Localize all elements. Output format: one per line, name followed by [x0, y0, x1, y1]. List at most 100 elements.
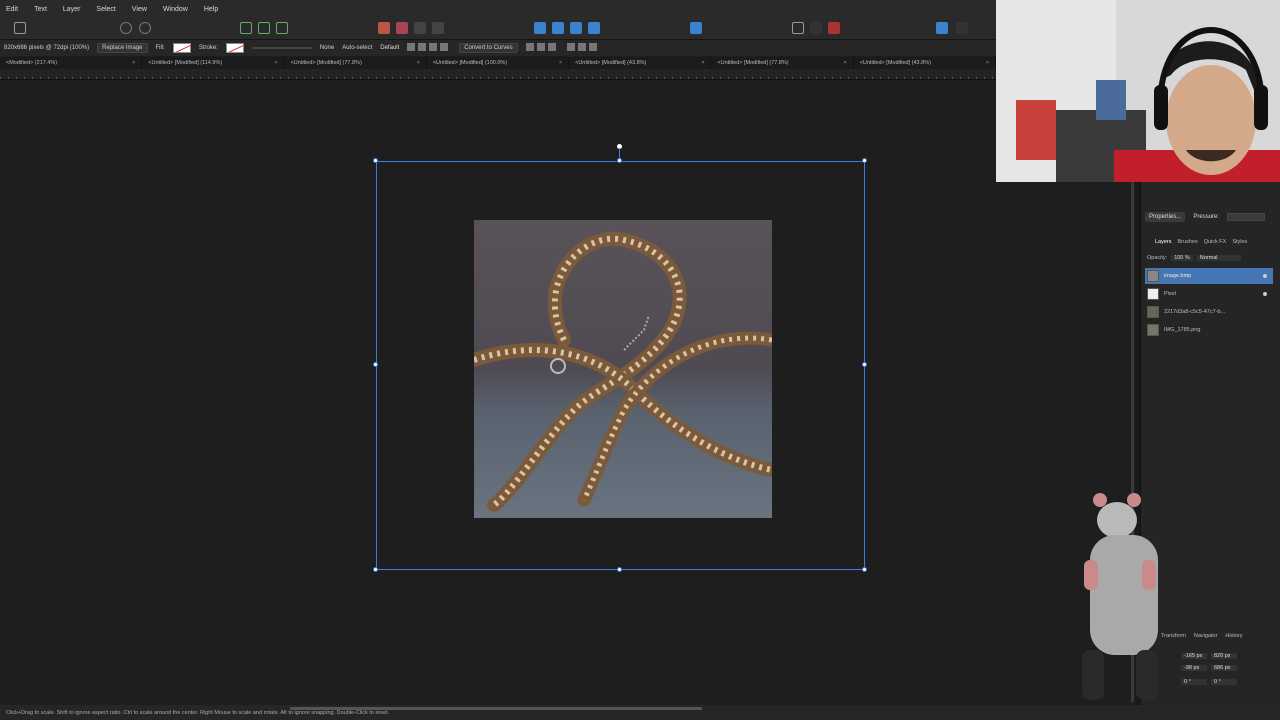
align-center-icon[interactable] [418, 43, 427, 51]
tab-label: <Untitled> [Modified] (77.8%) [290, 60, 362, 66]
tab-quick-fx[interactable]: Quick FX [1204, 239, 1227, 245]
flip-horizontal-icon[interactable] [552, 22, 564, 34]
flip-vertical-icon[interactable] [570, 22, 582, 34]
transform-r-field[interactable]: 0 ° [1181, 679, 1207, 685]
handle-middle-right[interactable] [862, 362, 867, 367]
close-icon[interactable]: × [559, 60, 562, 66]
canvas[interactable] [0, 80, 1135, 705]
align-middle-icon[interactable] [536, 43, 545, 51]
snapping-icon[interactable] [792, 22, 804, 34]
align-top-icon[interactable] [525, 43, 534, 51]
handle-bottom-right[interactable] [862, 567, 867, 572]
align-bottom-icon[interactable] [547, 43, 556, 51]
opacity-field[interactable]: 100 % [1171, 254, 1193, 261]
insert-behind-icon[interactable] [276, 22, 288, 34]
align-right-icon[interactable] [429, 43, 438, 51]
layer-row[interactable]: image.bmp [1145, 268, 1273, 284]
document-tab[interactable]: <Untitled> [Modified] (43.8%) × [854, 57, 996, 69]
handle-top-center[interactable] [617, 158, 622, 163]
handle-middle-left[interactable] [373, 362, 378, 367]
transform-s-field[interactable]: 0 ° [1211, 679, 1237, 685]
visibility-icon[interactable] [1263, 274, 1267, 278]
boolean-xor-icon[interactable] [432, 22, 444, 34]
tab-navigator[interactable]: Navigator [1194, 633, 1218, 639]
document-tabs: <Modified> (217.4%) × <Untitled> [Modifie… [0, 57, 996, 69]
document-tab[interactable]: <Untitled> [Modified] (77.8%) × [285, 57, 427, 69]
transform-x-field[interactable]: -165 px [1181, 653, 1207, 659]
boolean-add-icon[interactable] [378, 22, 390, 34]
menu-edit[interactable]: Edit [6, 6, 18, 13]
layer-row[interactable]: Pixel [1145, 286, 1273, 302]
align-icon[interactable] [534, 22, 546, 34]
transform-y-field[interactable]: -98 px [1181, 665, 1207, 671]
handle-bottom-left[interactable] [373, 567, 378, 572]
settings-icon[interactable] [139, 22, 151, 34]
close-icon[interactable]: × [986, 60, 989, 66]
handle-top-right[interactable] [862, 158, 867, 163]
close-icon[interactable]: × [701, 60, 704, 66]
boolean-subtract-icon[interactable] [396, 22, 408, 34]
horizontal-ruler[interactable] [0, 69, 996, 80]
distribute-icon[interactable] [440, 43, 449, 51]
document-tab[interactable]: <Untitled> [Modified] (77.8%) × [711, 57, 854, 69]
tab-brushes[interactable]: Brushes [1178, 239, 1198, 245]
boolean-intersect-icon[interactable] [414, 22, 426, 34]
menu-window[interactable]: Window [163, 6, 188, 13]
move-front-icon[interactable] [588, 43, 597, 51]
close-icon[interactable]: × [843, 60, 846, 66]
align-left-icon[interactable] [407, 43, 416, 51]
document-tab[interactable]: <Untitled> [Modified] (43.8%) × [569, 57, 712, 69]
assistant-icon[interactable] [956, 22, 968, 34]
tab-layers[interactable]: Layers [1155, 239, 1172, 245]
handle-top-left[interactable] [373, 158, 378, 163]
tab-label: <Untitled> [Modified] (43.8%) [575, 60, 647, 66]
auto-select-checkbox[interactable]: Auto-select [342, 45, 372, 51]
persona-icon[interactable] [14, 22, 26, 34]
order-icons [566, 43, 600, 53]
close-icon[interactable]: × [274, 60, 277, 66]
transform-w-field[interactable]: 820 px [1211, 653, 1237, 659]
auto-select-dropdown[interactable]: Default [380, 45, 399, 51]
properties-button[interactable]: Properties... [1145, 212, 1186, 222]
view-mode-icon[interactable] [936, 22, 948, 34]
menu-layer[interactable]: Layer [63, 6, 81, 13]
visibility-icon[interactable] [1263, 292, 1267, 296]
snapping-color-icon[interactable] [828, 22, 840, 34]
tab-label: <Untitled> [Modified] (77.8%) [717, 60, 789, 66]
close-icon[interactable]: × [417, 60, 420, 66]
layer-row[interactable]: 2217d3a8-c5c5-47c7-b... [1145, 304, 1273, 320]
convert-to-curves-button[interactable]: Convert to Curves [459, 43, 518, 53]
document-tab[interactable]: <Untitled> [Modified] (114.9%) × [142, 57, 285, 69]
horizontal-scrollbar[interactable] [290, 707, 702, 710]
blend-mode-dropdown[interactable]: Normal [1196, 254, 1241, 261]
mascot-overlay [1076, 490, 1170, 710]
arrange-icon[interactable] [690, 22, 702, 34]
panel-tabs: Layers Brushes Quick FX Styles [1141, 236, 1280, 248]
document-tab[interactable]: <Modified> (217.4%) × [0, 57, 143, 69]
menu-text[interactable]: Text [34, 6, 47, 13]
pressure-label: Pressure: [1193, 214, 1220, 220]
replace-image-button[interactable]: Replace Image [97, 43, 148, 53]
pressure-field[interactable] [1227, 213, 1266, 221]
fill-swatch[interactable] [172, 43, 191, 53]
tab-history[interactable]: History [1225, 633, 1242, 639]
menu-help[interactable]: Help [204, 6, 218, 13]
chain-photo[interactable] [474, 220, 772, 518]
menu-select[interactable]: Select [96, 6, 115, 13]
insert-inside-icon[interactable] [258, 22, 270, 34]
move-forward-icon[interactable] [577, 43, 586, 51]
gear-icon[interactable] [120, 22, 132, 34]
stroke-width-slider[interactable] [251, 47, 312, 49]
document-tab[interactable]: <Untitled> [Modified] (100.0%) × [427, 57, 570, 69]
snapping-options-icon[interactable] [810, 22, 822, 34]
layer-row[interactable]: IMG_1785.png [1145, 322, 1273, 338]
transform-h-field[interactable]: 686 px [1211, 665, 1237, 671]
handle-bottom-center[interactable] [617, 567, 622, 572]
menu-view[interactable]: View [132, 6, 147, 13]
tab-styles[interactable]: Styles [1232, 239, 1247, 245]
insert-icon[interactable] [240, 22, 252, 34]
close-icon[interactable]: × [132, 60, 135, 66]
rotate-icon[interactable] [588, 22, 600, 34]
stroke-swatch[interactable] [225, 43, 244, 53]
move-back-icon[interactable] [566, 43, 575, 51]
